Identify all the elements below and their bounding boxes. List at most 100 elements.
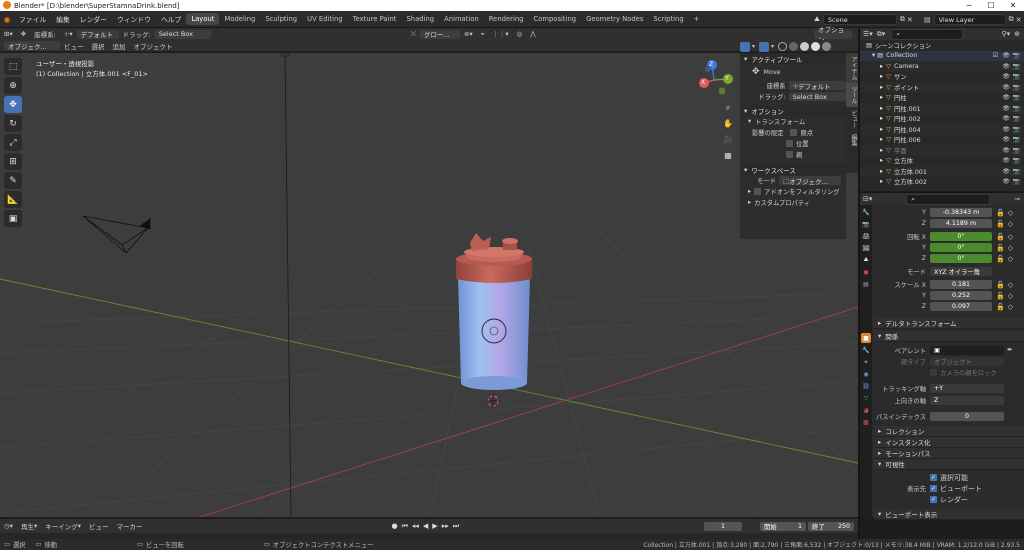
- tab-scripting[interactable]: Scripting: [648, 13, 688, 25]
- options-header[interactable]: ▾ オプション: [740, 105, 846, 116]
- expand-arrow-icon[interactable]: ▸: [880, 63, 883, 70]
- properties-editor-icon[interactable]: ⊟▾: [863, 195, 872, 203]
- location-y-field[interactable]: -0.38343 m: [930, 208, 992, 217]
- select-tool-icon[interactable]: ⬚: [4, 58, 22, 75]
- outliner-item[interactable]: ▸ ▽ サン 👁 📷: [860, 72, 1024, 83]
- timeline-editor-icon[interactable]: ◷▾: [0, 522, 17, 530]
- cursor-tool-icon[interactable]: ⊕: [4, 77, 22, 94]
- scene-copy-icon[interactable]: ⧉: [900, 15, 905, 24]
- render-camera-icon[interactable]: 📷: [1013, 84, 1020, 91]
- expand-arrow-icon[interactable]: ▸: [880, 126, 883, 133]
- outliner-search[interactable]: ⌕: [891, 28, 964, 40]
- render-camera-icon[interactable]: 📷: [1013, 157, 1020, 164]
- scale-y-field[interactable]: 0.252: [930, 291, 992, 300]
- texture-tab-icon[interactable]: ▩: [861, 417, 871, 427]
- instancing-section[interactable]: ▸ インスタンス化: [874, 437, 1024, 448]
- lock-icon[interactable]: 🔓: [996, 220, 1005, 228]
- outliner-item[interactable]: ▸ ▽ 円柱.004 👁 📷: [860, 124, 1024, 135]
- current-frame-field[interactable]: 1: [704, 521, 743, 531]
- annotate-tool-icon[interactable]: ✎: [4, 172, 22, 189]
- scale-tool-icon[interactable]: ⤢: [4, 134, 22, 151]
- zoom-icon[interactable]: ⌕: [722, 103, 734, 119]
- render-camera-icon[interactable]: 📷: [1013, 73, 1020, 80]
- close-button[interactable]: ✕: [1002, 0, 1024, 11]
- render-camera-icon[interactable]: 📷: [1013, 136, 1020, 143]
- add-workspace-icon[interactable]: +: [689, 13, 705, 25]
- proportional-edit-icon[interactable]: ◎: [513, 30, 527, 38]
- exclude-checkbox[interactable]: ☑: [993, 52, 998, 59]
- rotate-tool-icon[interactable]: ↻: [4, 115, 22, 132]
- menu-view[interactable]: ビュー: [60, 41, 88, 51]
- view-layer-selector[interactable]: View Layer: [933, 14, 1006, 25]
- tab-layout[interactable]: Layout: [186, 13, 220, 25]
- visibility-eye-icon[interactable]: 👁: [1002, 126, 1010, 133]
- outliner-item[interactable]: ▸ ▽ 立方体.002 👁 📷: [860, 177, 1024, 188]
- start-frame-field[interactable]: 開始 1: [760, 521, 807, 531]
- xray-icon[interactable]: [778, 42, 788, 51]
- snap-target-icon[interactable]: ⋮⋮▾: [488, 30, 512, 38]
- outliner-display-icon[interactable]: ⧉▾: [877, 30, 886, 39]
- global-dropdown[interactable]: グロー...: [419, 29, 460, 39]
- lock-icon[interactable]: 🔓: [996, 244, 1005, 252]
- render-camera-icon[interactable]: 📷: [1013, 168, 1020, 175]
- tab-uv-editing[interactable]: UV Editing: [302, 13, 347, 25]
- marker-menu[interactable]: マーカー: [112, 521, 146, 531]
- visibility-eye-icon[interactable]: 👁: [1002, 115, 1010, 122]
- lock-icon[interactable]: 🔓: [996, 255, 1005, 263]
- location-checkbox[interactable]: [786, 140, 793, 147]
- scale-z-field[interactable]: 0.097: [930, 302, 992, 311]
- addon-filter-row[interactable]: ▸ アドオンをフィルタリング: [740, 186, 846, 197]
- lock-icon[interactable]: 🔓: [996, 209, 1005, 217]
- playback-menu[interactable]: 再生 ▾: [17, 521, 41, 531]
- end-frame-field[interactable]: 終了 250: [808, 521, 855, 531]
- tab-item[interactable]: アイテム: [846, 53, 858, 83]
- selectable-checkbox[interactable]: ✓: [930, 474, 937, 481]
- expand-arrow-icon[interactable]: ▸: [880, 105, 883, 112]
- jump-start-icon[interactable]: ⏮: [400, 522, 410, 531]
- transform-orientation-icon[interactable]: ⤬: [407, 30, 420, 39]
- up-axis-dropdown[interactable]: Z: [930, 395, 1004, 405]
- npanel-coord-dropdown[interactable]: ⊹ デフォルト: [788, 81, 846, 91]
- location-z-field[interactable]: 4.1189 m: [930, 219, 992, 228]
- menu-edit[interactable]: 編集: [51, 14, 75, 24]
- tab-rendering[interactable]: Rendering: [484, 13, 529, 25]
- options-dropdown[interactable]: オプション: [814, 26, 852, 44]
- tab-modeling[interactable]: Modeling: [219, 13, 260, 25]
- motion-paths-section[interactable]: ▸ モーションパス: [874, 448, 1024, 459]
- outliner-item[interactable]: ▸ ▽ 平面 👁 📷: [860, 145, 1024, 156]
- measure-tool-icon[interactable]: 📐: [4, 191, 22, 208]
- menu-render[interactable]: レンダー: [75, 14, 112, 24]
- material-shading-icon[interactable]: [811, 42, 821, 51]
- record-icon[interactable]: ●: [389, 522, 399, 530]
- scale-x-field[interactable]: 0.181: [930, 280, 992, 289]
- timeline-view-menu[interactable]: ビュー: [85, 521, 113, 531]
- orientation-dropdown[interactable]: デフォルト: [76, 29, 119, 39]
- render-camera-icon[interactable]: 📷: [1013, 63, 1020, 70]
- render-tab-icon[interactable]: 📷: [861, 219, 871, 229]
- tracking-axis-dropdown[interactable]: +Y: [930, 383, 1004, 393]
- outliner-item[interactable]: ▸ ▽ Camera 👁 📷: [860, 61, 1024, 72]
- gizmo-toggle-icon[interactable]: [740, 41, 750, 52]
- render-camera-icon[interactable]: 📷: [1013, 115, 1020, 122]
- collection-tab-icon[interactable]: ▤: [861, 279, 871, 289]
- editor-type-icon[interactable]: ⊞▾: [0, 30, 17, 38]
- visibility-eye-icon[interactable]: 👁: [1002, 178, 1010, 185]
- render-camera-icon[interactable]: 📷: [1013, 52, 1020, 59]
- eyedropper-icon[interactable]: ✒: [1007, 346, 1013, 354]
- render-camera-icon[interactable]: 📷: [1013, 147, 1020, 154]
- move-tool-icon[interactable]: ✥: [17, 30, 30, 38]
- material-tab-icon[interactable]: ◕: [861, 405, 871, 415]
- maximize-button[interactable]: ☐: [980, 0, 1002, 11]
- mode-dropdown[interactable]: オブジェク...: [4, 41, 60, 51]
- outliner-item[interactable]: ▸ ▽ 円柱.006 👁 📷: [860, 135, 1024, 146]
- world-tab-icon[interactable]: ●: [861, 267, 871, 277]
- expand-arrow-icon[interactable]: ▸: [880, 115, 883, 122]
- next-key-icon[interactable]: ▸▸: [440, 522, 451, 530]
- jump-end-icon[interactable]: ⏭: [451, 522, 461, 531]
- menu-window[interactable]: ウィンドウ: [112, 14, 156, 24]
- visibility-eye-icon[interactable]: 👁: [1002, 105, 1010, 112]
- outliner-item[interactable]: ▸ ▽ 円柱 👁 📷: [860, 93, 1024, 104]
- lock-icon[interactable]: 🔓: [996, 303, 1005, 311]
- pan-hand-icon[interactable]: ✋: [722, 119, 734, 135]
- rotation-mode-dropdown[interactable]: XYZ オイラー角: [930, 267, 992, 276]
